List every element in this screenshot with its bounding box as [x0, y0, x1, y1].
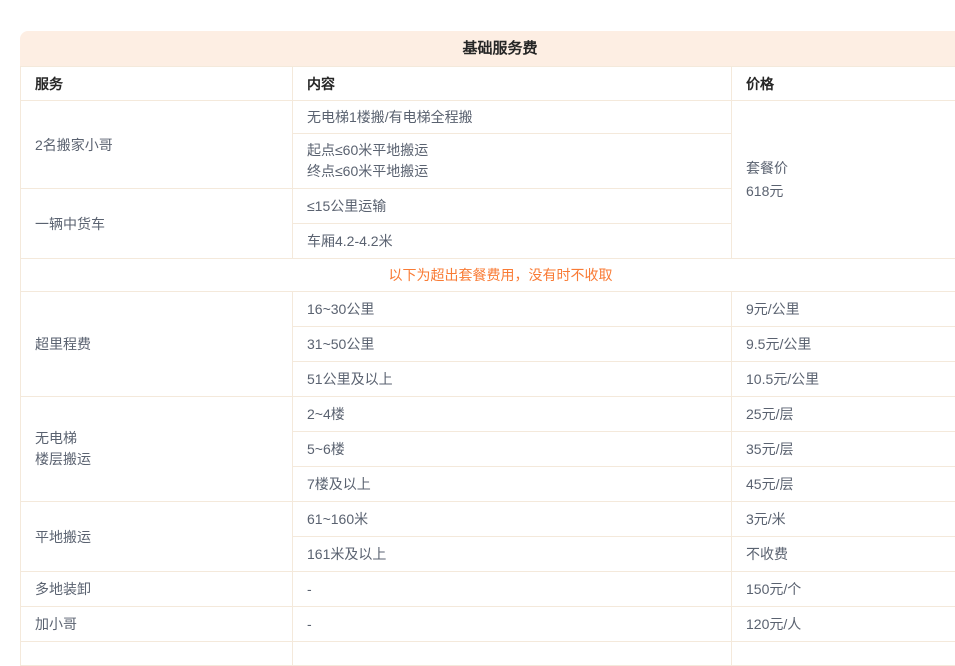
table-row-clipped	[21, 642, 955, 666]
column-header-price: 价格	[732, 67, 955, 101]
service-cell-floors: 无电梯 楼层搬运	[21, 397, 293, 502]
basic-service-fee-card: 基础服务费 服务 内容 价格 2名搬家小哥 无电梯1楼搬/有电梯全程搬 套餐价 …	[20, 31, 955, 666]
price-cell: 9.5元/公里	[732, 327, 955, 362]
content-cell: 31~50公里	[293, 327, 732, 362]
service-cell-truck: 一辆中货车	[21, 189, 293, 259]
price-cell: 120元/人	[732, 607, 955, 642]
content-cell: 车厢4.2-4.2米	[293, 224, 732, 259]
price-cell: 25元/层	[732, 397, 955, 432]
price-cell-package: 套餐价 618元	[732, 101, 955, 259]
price-cell: 3元/米	[732, 502, 955, 537]
content-cell: 5~6楼	[293, 432, 732, 467]
service-cell-mileage: 超里程费	[21, 292, 293, 397]
table-row: 超里程费 16~30公里 9元/公里	[21, 292, 955, 327]
content-cell: 起点≤60米平地搬运 终点≤60米平地搬运	[293, 134, 732, 189]
content-cell: 16~30公里	[293, 292, 732, 327]
table-row: 无电梯 楼层搬运 2~4楼 25元/层	[21, 397, 955, 432]
table-row: 加小哥 - 120元/人	[21, 607, 955, 642]
service-cell-flat: 平地搬运	[21, 502, 293, 572]
service-line: 楼层搬运	[35, 449, 278, 470]
content-cell: 51公里及以上	[293, 362, 732, 397]
service-cell-multi-stop: 多地装卸	[21, 572, 293, 607]
service-line: 无电梯	[35, 428, 278, 449]
price-cell: 10.5元/公里	[732, 362, 955, 397]
table-row: 多地装卸 - 150元/个	[21, 572, 955, 607]
package-price-value: 618元	[746, 180, 955, 203]
content-line: 终点≤60米平地搬运	[307, 161, 717, 182]
table-row: 2名搬家小哥 无电梯1楼搬/有电梯全程搬 套餐价 618元	[21, 101, 955, 134]
service-cell-extra-mover: 加小哥	[21, 607, 293, 642]
content-cell	[293, 642, 732, 666]
content-cell: 7楼及以上	[293, 467, 732, 502]
price-table: 服务 内容 价格 2名搬家小哥 无电梯1楼搬/有电梯全程搬 套餐价 618元 起…	[20, 66, 955, 666]
service-cell	[21, 642, 293, 666]
price-cell: 9元/公里	[732, 292, 955, 327]
card-title: 基础服务费	[20, 31, 955, 66]
content-cell: 161米及以上	[293, 537, 732, 572]
price-cell: 35元/层	[732, 432, 955, 467]
package-price-label: 套餐价	[746, 157, 955, 180]
table-header-row: 服务 内容 价格	[21, 67, 955, 101]
content-cell: 无电梯1楼搬/有电梯全程搬	[293, 101, 732, 134]
price-cell: 不收费	[732, 537, 955, 572]
table-row: 平地搬运 61~160米 3元/米	[21, 502, 955, 537]
content-cell: -	[293, 607, 732, 642]
price-cell: 45元/层	[732, 467, 955, 502]
price-cell	[732, 642, 955, 666]
content-cell: 61~160米	[293, 502, 732, 537]
content-cell: 2~4楼	[293, 397, 732, 432]
service-cell-movers: 2名搬家小哥	[21, 101, 293, 189]
note-row: 以下为超出套餐费用，没有时不收取	[21, 259, 955, 292]
extra-fees-note: 以下为超出套餐费用，没有时不收取	[21, 259, 955, 292]
content-line: 起点≤60米平地搬运	[307, 140, 717, 161]
column-header-content: 内容	[293, 67, 732, 101]
content-cell: -	[293, 572, 732, 607]
content-cell: ≤15公里运输	[293, 189, 732, 224]
price-cell: 150元/个	[732, 572, 955, 607]
column-header-service: 服务	[21, 67, 293, 101]
